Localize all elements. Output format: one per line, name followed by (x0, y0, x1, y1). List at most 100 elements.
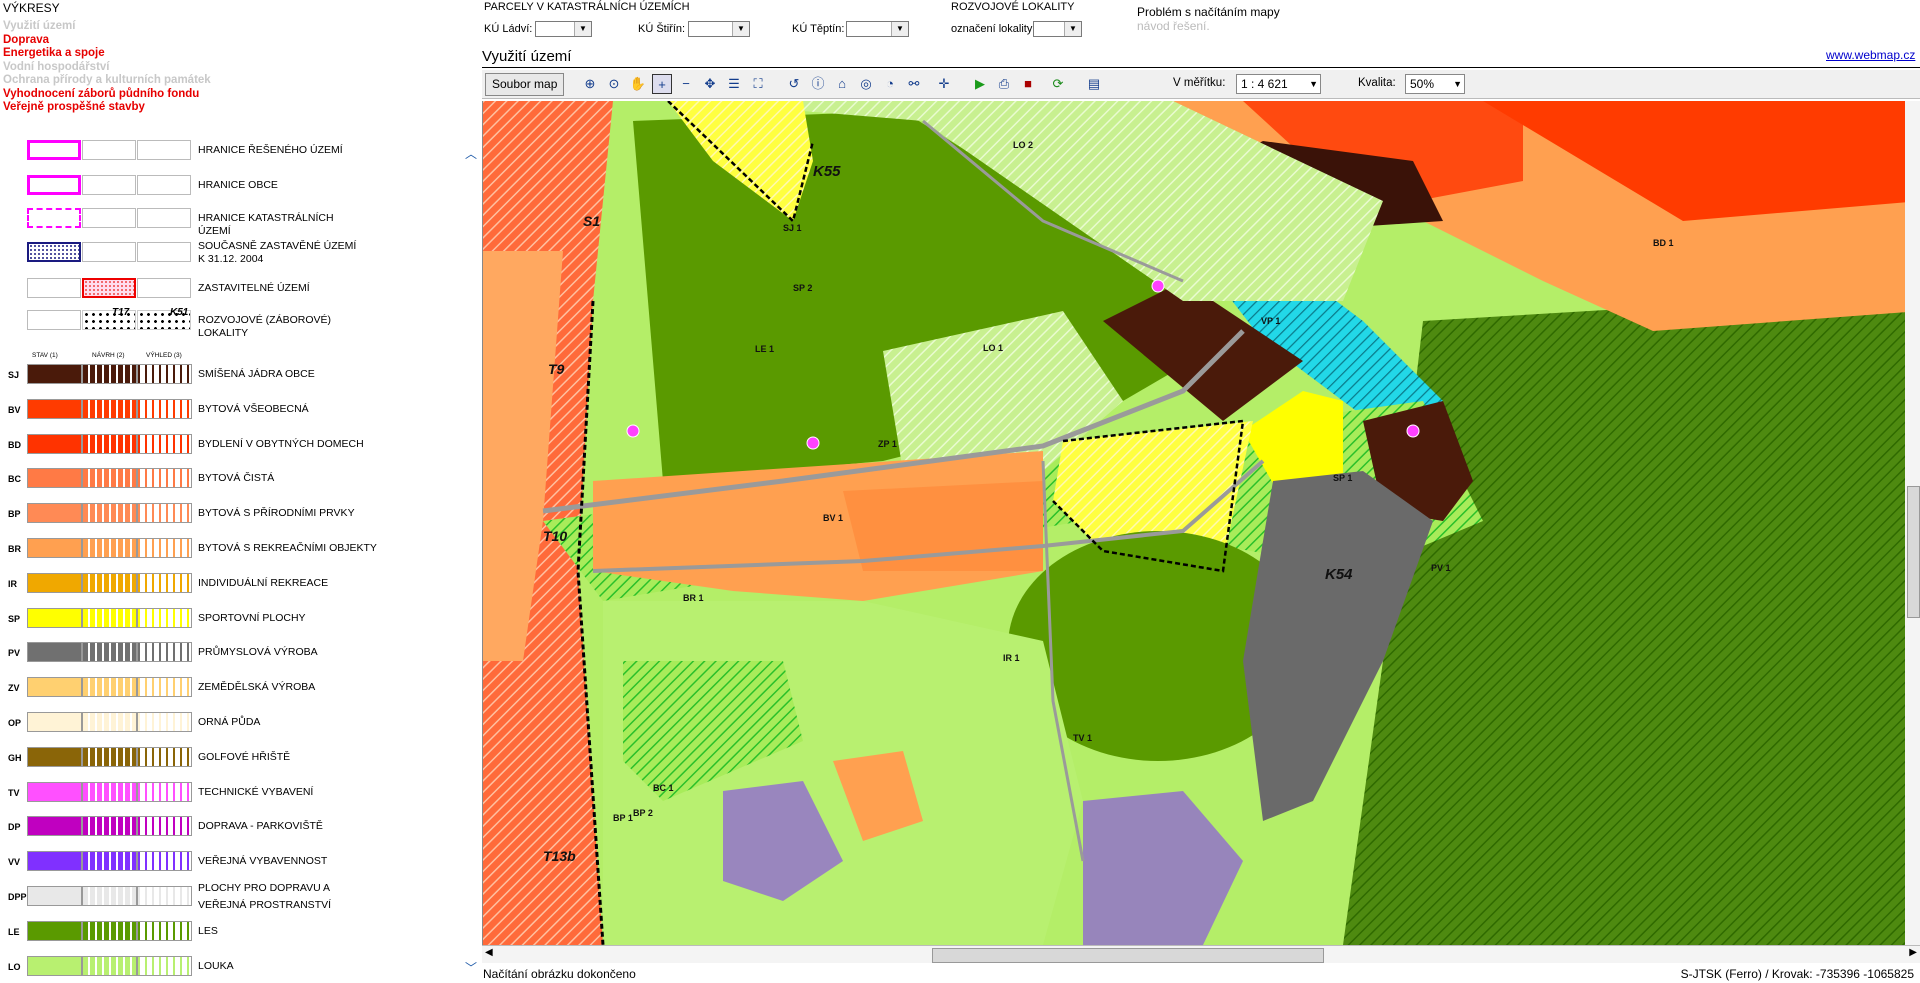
legend-swatch (82, 242, 136, 262)
home-icon[interactable]: ⌂ (832, 74, 852, 94)
vykresy-link[interactable]: Energetika a spoje (3, 47, 105, 59)
chevron-down-icon[interactable]: ▼ (1064, 22, 1081, 36)
info-icon[interactable]: ⓘ (808, 74, 828, 94)
legend-swatch (82, 278, 136, 298)
vykresy-link[interactable]: Využití území (3, 20, 75, 32)
legend-swatch (27, 242, 81, 262)
save-icon[interactable]: ■ (1018, 74, 1038, 94)
vykresy-link[interactable]: Veřejně prospěšné stavby (3, 101, 145, 113)
swatch-stav (27, 607, 82, 628)
chevron-down-icon[interactable]: ▼ (891, 22, 908, 36)
scale-select[interactable]: 1 : 4 621 ▼ (1236, 74, 1321, 94)
category-label: BYTOVÁ S REKREAČNÍMI OBJEKTY (198, 542, 377, 554)
binoculars-icon[interactable]: ⚯ (904, 74, 924, 94)
map-area-label: LE 1 (755, 344, 774, 354)
chevron-down-icon[interactable]: ▼ (1453, 75, 1462, 93)
map-horizontal-scrollbar[interactable]: ◀ ▶ (482, 945, 1920, 963)
category-label: PRŮMYSLOVÁ VÝROBA (198, 646, 318, 659)
legend-swatch (137, 140, 191, 160)
flag-icon[interactable]: ▶ (970, 74, 990, 94)
map-canvas[interactable]: K55 K54 S1 T9 T10 T13b LO 2 LO 1 LE 1 SP 2 SJ 1 SP … (482, 101, 1920, 945)
swatch-vyhled (137, 433, 192, 454)
vykresy-link[interactable]: Doprava (3, 34, 49, 46)
scroll-thumb[interactable] (1907, 486, 1920, 618)
ku-teptin-select[interactable]: ▼ (846, 21, 909, 37)
swatch-navrh (82, 746, 137, 767)
category-label: TECHNICKÉ VYBAVENÍ (198, 785, 314, 798)
map-area-label: LO 2 (1013, 140, 1033, 150)
swatch-navrh (82, 712, 137, 732)
sync-icon[interactable]: ⟳ (1048, 74, 1068, 94)
crosshair-icon[interactable]: ✛ (934, 74, 954, 94)
ku-ladvi-select[interactable]: ▼ (535, 21, 592, 37)
vykresy-link[interactable]: Vodní hospodářství (3, 61, 110, 73)
soubor-map-button[interactable]: Soubor map (485, 73, 565, 96)
swatch-vyhled (137, 746, 192, 767)
map-area-label: T13b (543, 848, 576, 864)
map-vertical-scrollbar[interactable] (1905, 101, 1920, 945)
legend-icon[interactable]: ▤ (1084, 74, 1104, 94)
scroll-right-icon[interactable]: ▶ (1909, 947, 1917, 958)
refresh-icon[interactable]: ↺ (784, 74, 804, 94)
zoom-full-icon[interactable]: ⊕ (580, 74, 600, 94)
swatch-navrh (82, 920, 137, 941)
lokalita-tag: K51 (170, 307, 189, 318)
zoom-in-icon[interactable]: + (652, 74, 672, 94)
category-code: BR (8, 544, 21, 554)
vykresy-link[interactable]: Vyhodnocení záborů půdního fondu (3, 88, 199, 100)
swatch-navrh (82, 677, 137, 698)
navod-link[interactable]: návod řešení. (1137, 19, 1210, 33)
swatch-vyhled (137, 572, 192, 593)
category-label: BYTOVÁ VŠEOBECNÁ (198, 402, 309, 415)
swatch-vyhled (137, 886, 192, 906)
quality-select[interactable]: 50% ▼ (1405, 74, 1465, 94)
swatch-navrh (82, 607, 137, 628)
map-area-label: SJ 1 (783, 223, 802, 233)
map-area-label: K54 (1325, 566, 1353, 583)
zoom-out-icon[interactable]: − (676, 74, 696, 94)
swatch-stav (27, 503, 82, 524)
webmap-link[interactable]: www.webmap.cz (1826, 48, 1915, 62)
map-area-label: T10 (543, 528, 567, 544)
scale-value: 1 : 4 621 (1241, 77, 1288, 91)
swatch-stav (27, 746, 82, 767)
scroll-left-icon[interactable]: ◀ (485, 947, 493, 958)
category-code: LO (8, 961, 21, 972)
ku-stirin-select[interactable]: ▼ (688, 21, 750, 37)
ku-stirin-label: KÚ Štiřín: (638, 23, 686, 35)
category-code: DPP (8, 892, 27, 902)
chevron-down-icon[interactable]: ▼ (732, 22, 749, 36)
pan-hand-icon[interactable]: ✋ (628, 74, 648, 94)
swatch-vyhled (137, 712, 192, 732)
scroll-down-icon[interactable]: ﹀ (465, 959, 477, 976)
chevron-down-icon[interactable]: ▼ (1309, 75, 1318, 93)
swatch-vyhled (137, 398, 192, 419)
category-label: VEŘEJNÁ VYBAVENNOST (198, 855, 328, 868)
category-code: TV (8, 787, 20, 798)
measure-icon[interactable]: ◔ (880, 74, 900, 94)
legend-label: ROZVOJOVÉ (ZÁBOROVÉ) LOKALITY (198, 314, 332, 339)
quality-value: 50% (1410, 77, 1435, 91)
globe-icon[interactable]: ◎ (856, 74, 876, 94)
layers-icon[interactable]: ☰ (724, 74, 744, 94)
scroll-thumb[interactable] (932, 948, 1324, 963)
category-code: SJ (8, 370, 20, 380)
legend-swatch (82, 208, 136, 228)
category-label: ZEMĚDĚLSKÁ VÝROBA (198, 681, 316, 694)
land-use-map[interactable]: K55 K54 S1 T9 T10 T13b LO 2 LO 1 LE 1 SP 2 SJ 1 SP … (483, 101, 1920, 945)
swatch-stav (27, 538, 82, 558)
vykresy-link[interactable]: Ochrana přírody a kulturních památek (3, 74, 211, 86)
swatch-vyhled (137, 816, 192, 837)
scroll-up-icon[interactable]: ︿ (465, 145, 477, 162)
oznaceni-select[interactable]: ▼ (1033, 21, 1082, 37)
swatch-navrh (82, 886, 137, 906)
chevron-down-icon[interactable]: ▼ (574, 22, 591, 36)
move-arrows-icon[interactable]: ✥ (700, 74, 720, 94)
swatch-stav (27, 364, 82, 384)
print-icon[interactable]: ⎙ (994, 74, 1014, 94)
zoom-prev-icon[interactable]: ⊙ (604, 74, 624, 94)
legend-swatch (27, 140, 81, 160)
fullscreen-icon[interactable]: ⛶ (748, 74, 768, 94)
lokalita-tag: T17 (112, 307, 130, 318)
legend-scrollbar[interactable]: ︿ ﹀ (463, 145, 477, 983)
